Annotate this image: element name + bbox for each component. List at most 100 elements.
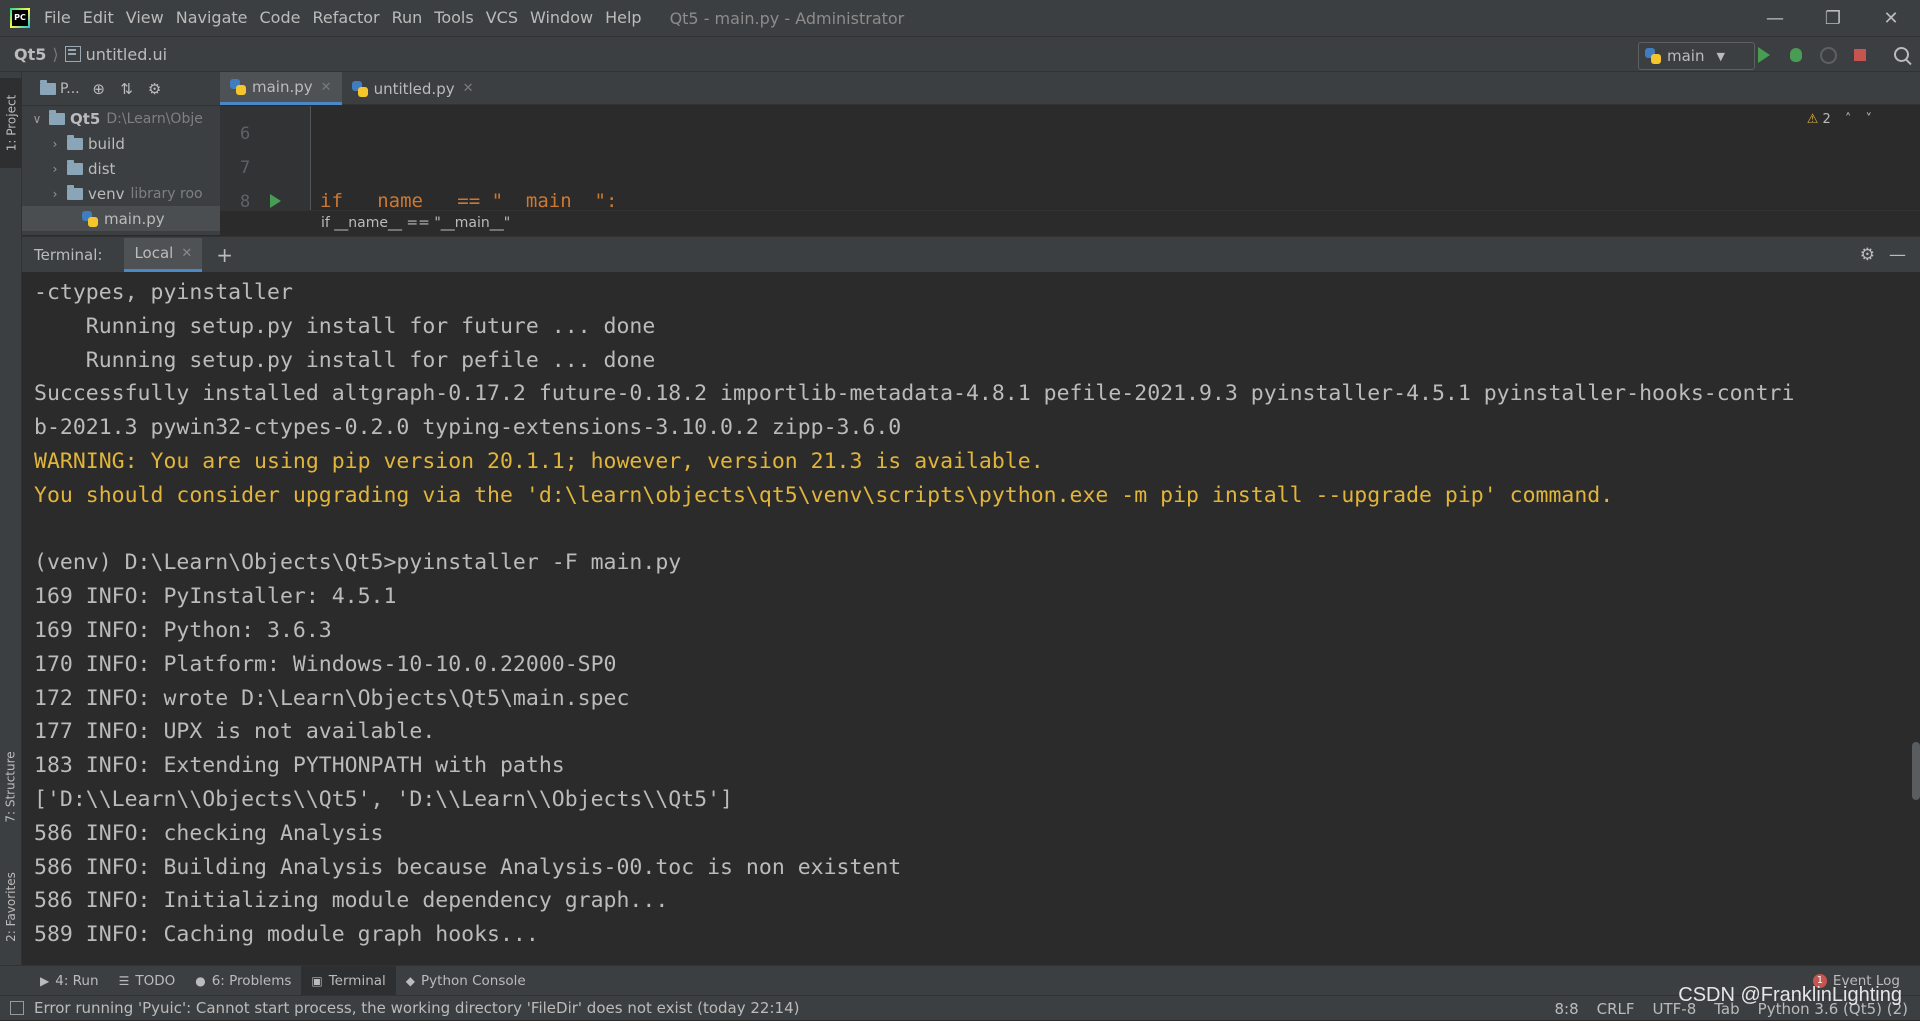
coverage-icon[interactable]	[1818, 45, 1838, 65]
menu-code[interactable]: Code	[254, 0, 307, 36]
restore-icon[interactable]: ❐	[1804, 0, 1862, 36]
project-folder-icon	[40, 79, 56, 95]
locate-icon[interactable]: ⊕	[90, 80, 108, 98]
breadcrumb-project[interactable]: Qt5	[14, 45, 46, 64]
caret-position[interactable]: 8:8	[1554, 1000, 1578, 1018]
tree-item-label: main.py	[104, 209, 165, 228]
menu-window[interactable]: Window	[524, 0, 599, 36]
collapse-all-icon[interactable]: ⇅	[118, 80, 136, 98]
close-icon[interactable]: ✕	[463, 81, 474, 96]
tool-tab-4-run[interactable]: ▶ 4: Run	[30, 966, 109, 996]
tab-project[interactable]: 1: Project	[0, 78, 22, 168]
breadcrumb-file[interactable]: untitled.ui	[86, 45, 167, 64]
search-icon[interactable]	[1892, 45, 1912, 65]
tool-tab-label: 6: Problems	[211, 972, 292, 989]
tree-item-dist[interactable]: › dist	[22, 156, 220, 181]
hide-icon[interactable]: —	[1889, 245, 1906, 265]
terminal-line: 169 INFO: PyInstaller: 4.5.1	[34, 584, 397, 610]
bottom-tool-tabs: ▶ 4: Run ☰ TODO ● 6: Problems ▣ Terminal ◆ Python…	[30, 965, 536, 996]
tool-tab-python-console[interactable]: ◆ Python Console	[396, 966, 536, 996]
menu-tools[interactable]: Tools	[428, 0, 479, 36]
tab-label: main.py	[252, 78, 313, 96]
toggle-tool-windows-icon[interactable]	[10, 1001, 24, 1015]
warnings-indicator[interactable]: ⚠ 2 ˄ ˅	[1807, 112, 1872, 127]
editor-breadcrumb-item[interactable]: if __name__ == "__main__"	[321, 215, 510, 231]
folder-icon	[67, 184, 83, 200]
tree-item-build[interactable]: › build	[22, 131, 220, 156]
chevron-down-icon[interactable]: ˅	[1866, 112, 1873, 127]
tool-tab-6-problems[interactable]: ● 6: Problems	[185, 966, 301, 996]
debug-icon[interactable]	[1786, 45, 1806, 65]
code-editor[interactable]: 6 7 8 if __name__ == "__main__": ⚠ 2 ˄ ˅ …	[220, 106, 1920, 236]
status-bar: Error running 'Pyuic': Cannot start proc…	[0, 995, 1920, 1020]
tree-item-main-py[interactable]: main.py	[22, 206, 220, 231]
run-icon[interactable]	[1754, 45, 1774, 65]
add-terminal-icon[interactable]: +	[216, 243, 233, 267]
terminal-actions: ⚙ —	[1860, 245, 1906, 265]
menu-edit[interactable]: Edit	[77, 0, 120, 36]
window-title: Qt5 - main.py - Administrator	[669, 8, 905, 28]
project-panel-header: P... ⊕ ⇅ ⚙	[22, 72, 220, 106]
terminal-output[interactable]: -ctypes, pyinstaller Running setup.py in…	[22, 272, 1920, 965]
chevron-right-icon[interactable]: ›	[48, 187, 62, 201]
terminal-line: You should consider upgrading via the 'd…	[34, 482, 1614, 508]
stop-icon[interactable]	[1850, 45, 1870, 65]
tab-favorites[interactable]: 2: Favorites	[0, 852, 22, 962]
minimize-icon[interactable]: —	[1746, 0, 1804, 36]
breadcrumb: Qt5 ⟩ untitled.ui	[14, 45, 167, 64]
status-message[interactable]: Error running 'Pyuic': Cannot start proc…	[34, 999, 799, 1017]
tool-tab-label: TODO	[135, 972, 176, 989]
chevron-down-icon[interactable]: ∨	[30, 112, 44, 126]
tool-tab-terminal[interactable]: ▣ Terminal	[301, 965, 396, 996]
menu-vcs[interactable]: VCS	[480, 0, 524, 36]
tree-item-venv[interactable]: › venv library roo	[22, 181, 220, 206]
line-ending[interactable]: CRLF	[1597, 1000, 1635, 1018]
tree-root-path: D:\Learn\Obje	[106, 110, 203, 127]
menu-view[interactable]: View	[120, 0, 170, 36]
gear-icon[interactable]: ⚙	[1860, 245, 1875, 265]
chevron-right-icon: ⟩	[52, 44, 59, 64]
line-number: 8	[240, 192, 251, 212]
chevron-right-icon[interactable]: ›	[48, 137, 62, 151]
tab-untitled-py[interactable]: untitled.py ✕	[342, 72, 484, 105]
terminal-line: 586 INFO: Initializing module dependency…	[34, 888, 669, 914]
run-gutter-icon[interactable]	[270, 194, 281, 208]
chevron-right-icon[interactable]: ›	[48, 162, 62, 176]
run-configuration-select[interactable]: main ▼	[1638, 42, 1755, 70]
tree-root-name: Qt5	[70, 109, 101, 128]
title-bar: File Edit View Navigate Code Refactor Ru…	[0, 0, 1920, 36]
terminal-line: ['D:\\Learn\\Objects\\Qt5', 'D:\\Learn\\…	[34, 786, 733, 812]
menu-bar: File Edit View Navigate Code Refactor Ru…	[38, 0, 648, 36]
project-view-selector[interactable]: P...	[60, 81, 80, 97]
chevron-down-icon: ▼	[1716, 49, 1725, 63]
tree-root[interactable]: ∨ Qt5 D:\Learn\Obje	[22, 106, 220, 131]
close-icon[interactable]: ✕	[1862, 0, 1920, 36]
tab-terminal-local[interactable]: Local ✕	[124, 237, 203, 272]
close-icon[interactable]: ✕	[321, 80, 332, 95]
tab-favorites-label: 2: Favorites	[4, 872, 19, 942]
python-file-icon	[82, 210, 98, 227]
watermark: CSDN @FranklinLighting	[1678, 984, 1902, 1006]
terminal-line: 170 INFO: Platform: Windows-10-10.0.2200…	[34, 651, 617, 677]
todo-icon: ☰	[118, 973, 130, 988]
chevron-up-icon[interactable]: ˄	[1845, 112, 1852, 127]
python-file-icon	[351, 80, 368, 97]
gear-icon[interactable]: ⚙	[146, 80, 164, 98]
menu-run[interactable]: Run	[386, 0, 429, 36]
menu-file[interactable]: File	[38, 0, 77, 36]
terminal-scrollbar[interactable]	[1912, 742, 1920, 800]
terminal-line: 183 INFO: Extending PYTHONPATH with path…	[34, 753, 565, 779]
bottom-tool-bar: ▶ 4: Run ☰ TODO ● 6: Problems ▣ Terminal ◆ Python…	[0, 965, 1920, 996]
menu-help[interactable]: Help	[599, 0, 647, 36]
tree-item-note: library roo	[130, 185, 203, 202]
tab-main-py[interactable]: main.py ✕	[220, 72, 342, 105]
menu-navigate[interactable]: Navigate	[170, 0, 254, 36]
close-icon[interactable]: ✕	[181, 246, 192, 261]
tab-structure[interactable]: 7: Structure	[0, 732, 22, 842]
python-icon	[1645, 48, 1661, 64]
terminal-line: 177 INFO: UPX is not available.	[34, 719, 436, 745]
menu-refactor[interactable]: Refactor	[306, 0, 385, 36]
tool-tab-todo[interactable]: ☰ TODO	[109, 966, 186, 996]
terminal-line: 169 INFO: Python: 3.6.3	[34, 617, 332, 643]
